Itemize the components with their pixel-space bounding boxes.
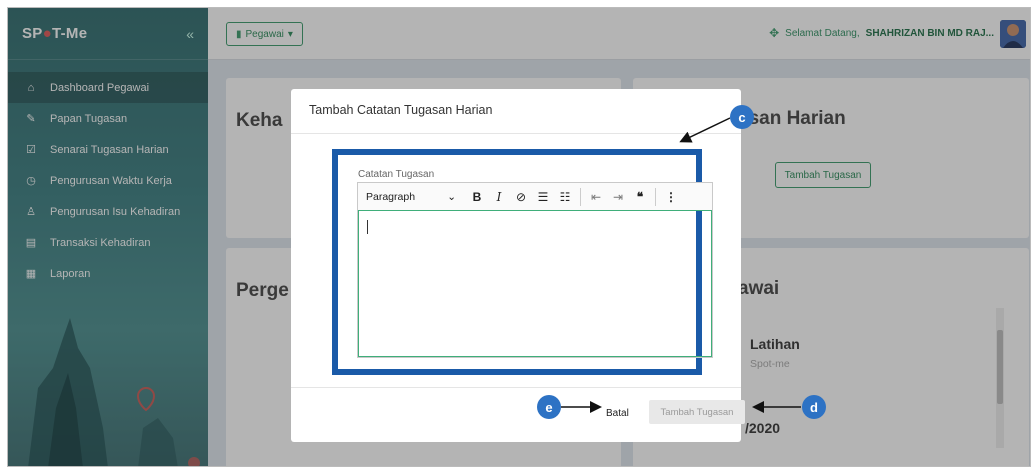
callout-c: c bbox=[730, 105, 754, 129]
app-window: SP●T-Me « ⌂ Dashboard Pegawai ✎ Papan Tugas… bbox=[7, 7, 1031, 467]
more-options-icon[interactable]: ⋮ bbox=[660, 190, 682, 204]
divider bbox=[291, 387, 741, 388]
indent-icon[interactable]: ⇥ bbox=[607, 190, 629, 204]
modal-title: Tambah Catatan Tugasan Harian bbox=[309, 103, 493, 117]
divider bbox=[291, 133, 741, 134]
submit-task-button[interactable]: Tambah Tugasan bbox=[649, 400, 745, 424]
add-task-modal: Tambah Catatan Tugasan Harian Catatan Tu… bbox=[291, 89, 745, 442]
callout-d: d bbox=[802, 395, 826, 419]
bulleted-list-icon[interactable]: ☰ bbox=[532, 190, 554, 204]
paragraph-select[interactable]: Paragraph ⌄ bbox=[358, 191, 466, 203]
callout-e: e bbox=[537, 395, 561, 419]
text-caret bbox=[367, 220, 368, 234]
task-note-textarea[interactable] bbox=[358, 211, 712, 357]
divider bbox=[580, 187, 581, 206]
editor-toolbar: Paragraph ⌄ B I ⊘ ☰ ☷ ⇤ ⇥ ❝ ⋮ bbox=[358, 183, 712, 211]
cancel-button[interactable]: Batal bbox=[606, 408, 629, 419]
link-icon[interactable]: ⊘ bbox=[510, 190, 532, 204]
divider bbox=[655, 187, 656, 206]
bold-icon[interactable]: B bbox=[466, 190, 488, 204]
italic-icon[interactable]: I bbox=[488, 190, 510, 204]
numbered-list-icon[interactable]: ☷ bbox=[554, 190, 576, 204]
rich-text-editor: Paragraph ⌄ B I ⊘ ☰ ☷ ⇤ ⇥ ❝ ⋮ bbox=[357, 182, 713, 358]
chevron-down-icon: ⌄ bbox=[447, 190, 456, 203]
field-label: Catatan Tugasan bbox=[358, 169, 435, 180]
outdent-icon[interactable]: ⇤ bbox=[585, 190, 607, 204]
blockquote-icon[interactable]: ❝ bbox=[629, 190, 651, 204]
highlight-frame: Catatan Tugasan Paragraph ⌄ B I ⊘ ☰ ☷ ⇤ ⇥… bbox=[332, 149, 713, 375]
